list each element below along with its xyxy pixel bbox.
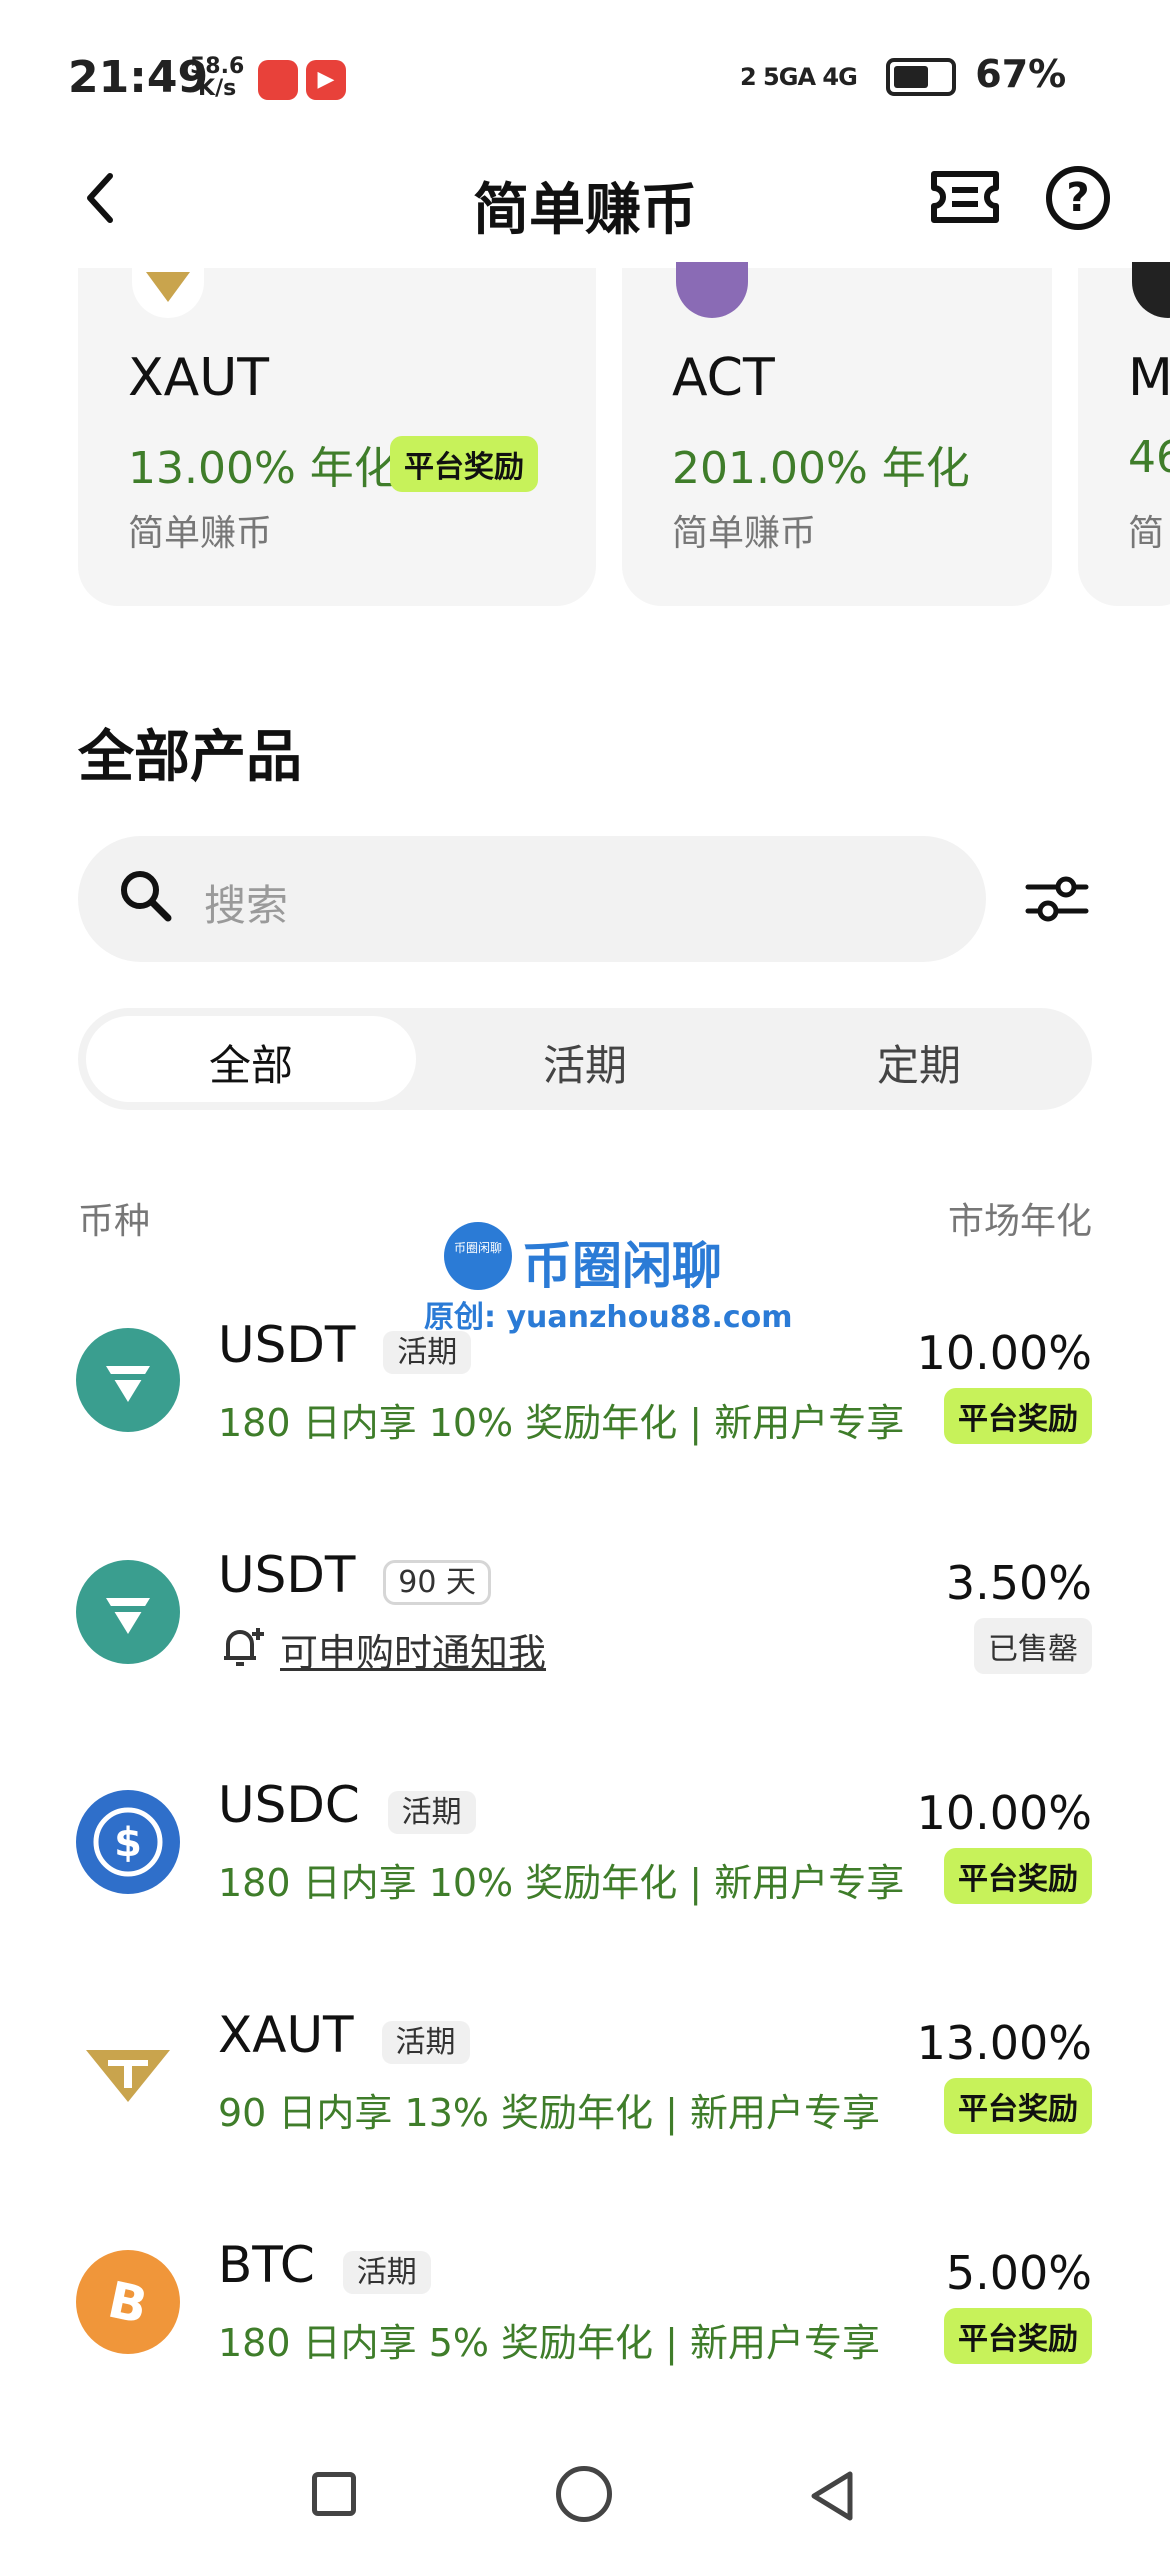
ticket-button[interactable]	[930, 168, 1000, 226]
featured-sub: 简单赚币	[672, 513, 817, 554]
product-tag: 活期	[387, 1790, 476, 1834]
section-title: 全部产品	[78, 725, 302, 790]
app-notification-icon	[258, 60, 298, 100]
platform-reward-badge: 平台奖励	[944, 1388, 1092, 1444]
usdt-icon	[76, 1560, 180, 1664]
product-desc: 180 日内享 10% 奖励年化 | 新用户专享	[218, 1861, 905, 1905]
battery-icon	[886, 57, 957, 96]
question-circle-icon: ?	[1066, 175, 1090, 221]
column-apr: 市场年化	[947, 1201, 1092, 1242]
system-back-button[interactable]	[806, 2468, 858, 2524]
product-desc: 90 日内享 13% 奖励年化 | 新用户专享	[218, 2091, 881, 2135]
coin-name: BTC 活期	[218, 2236, 431, 2294]
watermark-title: 币圈闲聊	[522, 1236, 722, 1295]
recent-apps-button[interactable]	[312, 2472, 356, 2516]
product-apr: 10.00%	[916, 1326, 1092, 1380]
featured-name: ACT	[672, 348, 775, 408]
platform-reward-badge: 平台奖励	[944, 2078, 1092, 2134]
product-apr: 10.00%	[916, 1786, 1092, 1840]
sold-out-badge: 已售罄	[974, 1618, 1092, 1674]
coin-name: USDC 活期	[218, 1776, 476, 1834]
coin-name: USDT 活期	[218, 1316, 472, 1374]
featured-apr: 13.00% 年化	[128, 443, 398, 494]
featured-name: M	[1128, 348, 1170, 408]
coin-name: XAUT 活期	[218, 2006, 470, 2064]
network-indicator: 2 5GA 4G	[740, 62, 858, 91]
xaut-logo-icon	[132, 262, 204, 318]
product-apr: 3.50%	[945, 1556, 1092, 1610]
featured-sub: 简	[1128, 513, 1165, 554]
usdc-icon: $	[76, 1790, 180, 1894]
product-desc: 180 日内享 10% 奖励年化 | 新用户专享	[218, 1401, 905, 1445]
bell-plus-icon	[218, 1624, 268, 1670]
battery-percent: 67%	[975, 52, 1067, 96]
watermark-logo: 币圈闲聊	[444, 1222, 512, 1290]
help-button[interactable]: ?	[1046, 166, 1110, 230]
platform-reward-badge: 平台奖励	[944, 2308, 1092, 2364]
filter-button[interactable]	[1024, 870, 1090, 928]
product-tag: 活期	[383, 1330, 472, 1374]
svg-text:$: $	[114, 1820, 142, 1866]
featured-apr: 201.00% 年化	[672, 443, 970, 494]
platform-reward-badge: 平台奖励	[390, 436, 538, 492]
xaut-icon	[76, 2020, 180, 2124]
status-time: 21:49	[68, 52, 209, 103]
product-apr: 5.00%	[945, 2246, 1092, 2300]
product-apr: 13.00%	[916, 2016, 1092, 2070]
triangle-back-icon	[811, 2471, 853, 2521]
net-speed: 58.6 K/s	[190, 54, 245, 101]
product-tag: 90 天	[383, 1559, 492, 1605]
notify-me-link[interactable]: 可申购时通知我	[280, 1622, 546, 1677]
tab-all[interactable]: 全部	[86, 1032, 416, 1093]
platform-reward-badge: 平台奖励	[944, 1848, 1092, 1904]
featured-sub: 简单赚币	[128, 513, 273, 554]
tab-flexible[interactable]: 活期	[420, 1032, 750, 1093]
btc-icon: B	[76, 2250, 180, 2354]
coin-name: USDT 90 天	[218, 1546, 492, 1605]
featured-name: XAUT	[128, 348, 270, 408]
search-icon	[118, 868, 174, 924]
product-tag: 活期	[381, 2020, 470, 2064]
product-tag: 活期	[342, 2250, 431, 2294]
usdt-icon	[76, 1328, 180, 1432]
search-placeholder: 搜索	[204, 881, 289, 930]
home-button[interactable]	[556, 2466, 612, 2522]
video-app-icon: ▶	[306, 60, 346, 100]
column-coin: 币种	[78, 1201, 151, 1242]
sliders-icon	[1025, 876, 1089, 922]
ticket-icon	[931, 171, 999, 223]
tab-fixed[interactable]: 定期	[754, 1032, 1084, 1093]
featured-apr: 46	[1128, 432, 1170, 483]
svg-text:B: B	[103, 2271, 152, 2336]
product-desc: 180 日内享 5% 奖励年化 | 新用户专享	[218, 2321, 881, 2365]
status-right: 2 5GA 4G 67%	[740, 52, 1066, 96]
